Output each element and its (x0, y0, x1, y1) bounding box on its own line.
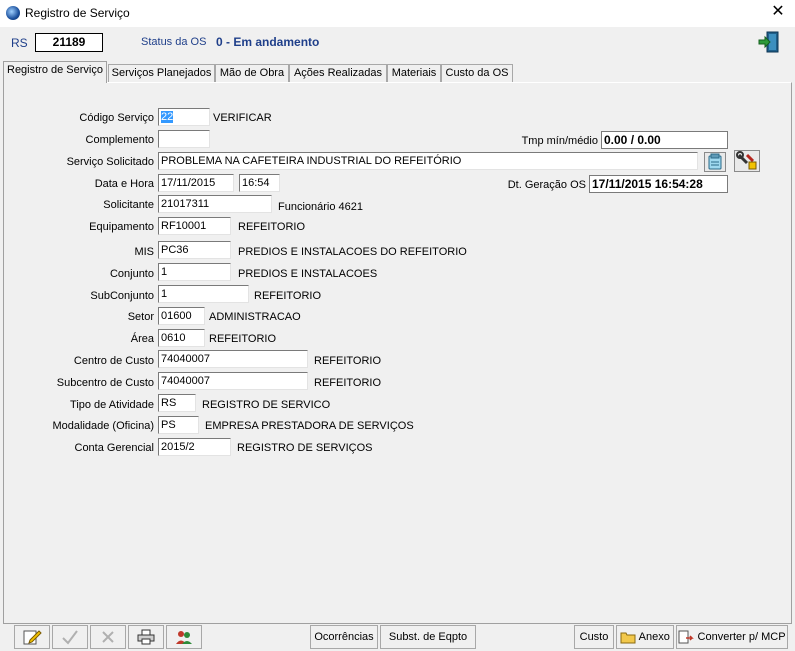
conjunto-desc: PREDIOS E INSTALACOES (238, 268, 378, 280)
subconjunto-label: SubConjunto (90, 290, 154, 302)
area-field[interactable]: 0610 (158, 329, 205, 347)
conta-field[interactable]: 2015/2 (158, 438, 231, 456)
codigo-label: Código Serviço (79, 112, 154, 124)
mis-label: MIS (134, 246, 154, 258)
users-icon[interactable] (166, 625, 202, 649)
complemento-field[interactable] (158, 130, 210, 148)
tipo-atividade-label: Tipo de Atividade (70, 399, 154, 411)
centro-custo-field[interactable]: 74040007 (158, 350, 308, 368)
cancel-icon[interactable] (90, 625, 126, 649)
window-title: Registro de Serviço (25, 6, 130, 20)
setor-label: Setor (127, 311, 154, 323)
custo-button[interactable]: Custo (574, 625, 614, 649)
tipo-atividade-desc: REGISTRO DE SERVICO (202, 399, 331, 411)
subcentro-label: Subcentro de Custo (56, 377, 154, 389)
subst-eqpto-button[interactable]: Subst. de Eqpto (380, 625, 476, 649)
anexo-label: Anexo (638, 631, 670, 643)
convert-icon (678, 630, 695, 644)
solicitante-field[interactable]: 21017311 (158, 195, 272, 213)
print-icon[interactable] (128, 625, 164, 649)
subcentro-field[interactable]: 74040007 (158, 372, 308, 390)
conjunto-label: Conjunto (109, 268, 154, 280)
os-header: RS 21189 Status da OS 0 - Em andamento (0, 27, 795, 60)
time-field[interactable]: 16:54 (239, 174, 280, 192)
anexo-button[interactable]: Anexo (616, 625, 674, 649)
exit-icon[interactable] (758, 31, 780, 53)
centro-custo-label: Centro de Custo (73, 355, 154, 367)
tab-custo-da-os[interactable]: Custo da OS (441, 64, 513, 82)
tab-materiais[interactable]: Materiais (387, 64, 441, 82)
equipamento-field[interactable]: RF10001 (158, 217, 231, 235)
tmp-label: Tmp mín/médio (521, 135, 598, 147)
area-desc: REFEITORIO (209, 333, 277, 345)
conjunto-field[interactable]: 1 (158, 263, 231, 281)
converter-mcp-button[interactable]: Converter p/ MCP (676, 625, 788, 649)
setor-desc: ADMINISTRACAO (209, 311, 301, 323)
conta-label: Conta Gerencial (74, 442, 155, 454)
modalidade-desc: EMPRESA PRESTADORA DE SERVIÇOS (205, 420, 414, 432)
rs-label: RS (11, 36, 28, 50)
centro-custo-desc: REFEITORIO (314, 355, 382, 367)
tipo-atividade-field[interactable]: RS (158, 394, 196, 412)
status-label: Status da OS (141, 36, 207, 48)
rs-number: 21189 (35, 33, 103, 52)
modalidade-field[interactable]: PS (158, 416, 199, 434)
data-hora-label: Data e Hora (94, 178, 154, 190)
dt-geracao-label: Dt. Geração OS (507, 179, 586, 191)
ocorrencias-button[interactable]: Ocorrências (310, 625, 378, 649)
tools-icon[interactable] (734, 150, 760, 172)
subconjunto-desc: REFEITORIO (254, 290, 322, 302)
tab-servicos-planejados[interactable]: Serviços Planejados (108, 64, 215, 82)
servico-label: Serviço Solicitado (66, 156, 154, 168)
status-value: 0 - Em andamento (216, 35, 320, 49)
servico-field[interactable]: PROBLEMA NA CAFETEIRA INDUSTRIAL DO REFE… (158, 152, 698, 170)
close-icon[interactable]: ✕ (768, 2, 788, 22)
notepad-icon[interactable] (704, 152, 726, 172)
converter-label: Converter p/ MCP (697, 631, 786, 643)
dt-geracao-field: 17/11/2015 16:54:28 (589, 175, 728, 193)
edit-icon[interactable] (14, 625, 50, 649)
app-icon (6, 6, 20, 20)
equipamento-label: Equipamento (89, 221, 154, 233)
folder-icon (620, 632, 636, 644)
conta-desc: REGISTRO DE SERVIÇOS (237, 442, 373, 454)
tab-registro-servico[interactable]: Registro de Serviço (3, 61, 107, 83)
mis-desc: PREDIOS E INSTALACOES DO REFEITORIO (238, 246, 467, 258)
tab-mao-de-obra[interactable]: Mão de Obra (215, 64, 289, 82)
equipamento-desc: REFEITORIO (238, 221, 306, 233)
setor-field[interactable]: 01600 (158, 307, 205, 325)
solicitante-label: Solicitante (103, 199, 154, 211)
codigo-field[interactable]: 22 (158, 108, 210, 126)
modalidade-label: Modalidade (Oficina) (52, 420, 155, 432)
date-field[interactable]: 17/11/2015 (158, 174, 234, 192)
tmp-field: 0.00 / 0.00 (601, 131, 728, 149)
title-bar: Registro de Serviço ✕ (0, 0, 795, 27)
tab-acoes-realizadas[interactable]: Ações Realizadas (289, 64, 387, 82)
solicitante-desc: Funcionário 4621 (278, 201, 364, 213)
complemento-label: Complemento (85, 134, 154, 146)
subcentro-desc: REFEITORIO (314, 377, 382, 389)
mis-field[interactable]: PC36 (158, 241, 231, 259)
subconjunto-field[interactable]: 1 (158, 285, 249, 303)
codigo-desc: VERIFICAR (213, 112, 272, 124)
area-label: Área (130, 333, 154, 345)
confirm-icon[interactable] (52, 625, 88, 649)
